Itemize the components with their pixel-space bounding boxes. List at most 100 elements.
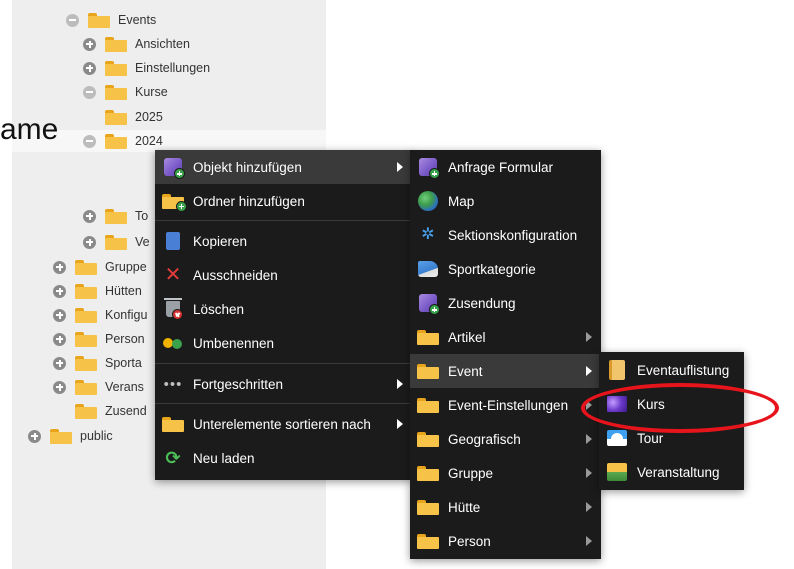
menu-item-label: Event [448,363,483,379]
menu-item-gruppe[interactable]: Gruppe [410,456,601,490]
menu-item-eventauflistung[interactable]: Eventauflistung [599,353,744,387]
menu-item-map[interactable]: Map [410,184,601,218]
tree-node-label: Kurse [135,85,168,99]
menu-item-geografisch[interactable]: Geografisch [410,422,601,456]
expand-icon[interactable] [83,209,96,223]
tree-node-to[interactable]: To [83,205,148,227]
tree-node-kurse[interactable]: Kurse [83,81,168,103]
veranstaltung-icon [606,461,628,483]
menu-divider [155,363,412,364]
globe-icon [417,190,439,212]
submenu-arrow-icon [586,400,592,410]
menu-divider [155,220,412,221]
menu-item-label: Veranstaltung [637,464,720,480]
menu-item-label: Gruppe [448,465,494,481]
menu-item-kopieren[interactable]: Kopieren [155,224,412,258]
folder-icon [75,259,97,275]
folder-icon [75,403,97,419]
menu-item-label: Ausschneiden [193,267,278,283]
folder-icon [105,133,127,149]
expand-icon[interactable] [83,235,96,249]
expand-icon[interactable] [83,61,96,75]
menu-item-loeschen[interactable]: Löschen [155,292,412,326]
expand-icon[interactable] [28,429,41,443]
rename-icon [162,332,184,354]
tree-node-ansichten[interactable]: Ansichten [83,33,190,55]
expand-icon[interactable] [53,260,66,274]
menu-item-veranstaltung[interactable]: Veranstaltung [599,455,744,489]
menu-item-zusendung[interactable]: Zusendung [410,286,601,320]
menu-item-anfrage-formular[interactable]: Anfrage Formular [410,150,601,184]
menu-item-label: Neu laden [193,450,255,466]
submenu-arrow-icon [397,379,403,389]
delete-icon [162,298,184,320]
tree-node-einstellungen[interactable]: Einstellungen [83,57,210,79]
menu-item-umbenennen[interactable]: Umbenennen [155,326,412,360]
expand-icon[interactable] [53,380,66,394]
tree-node-label: Gruppe [105,260,147,274]
expand-icon[interactable] [53,332,66,346]
menu-item-tour[interactable]: Tour [599,421,744,455]
tree-node-label: Ansichten [135,37,190,51]
collapse-icon[interactable] [66,13,79,27]
tree-node-verans[interactable]: Verans [53,376,144,398]
menu-item-objekt-hinzufuegen[interactable]: Objekt hinzufügen [155,150,412,184]
tree-node-public[interactable]: public [28,425,113,447]
folder-icon [417,326,439,348]
tree-node-label: Verans [105,380,144,394]
menu-item-unterelemente-sortieren-nach[interactable]: Unterelemente sortieren nach [155,407,412,441]
folder-icon [417,428,439,450]
folder-icon [417,496,439,518]
expand-icon[interactable] [83,37,96,51]
copy-icon [162,230,184,253]
tree-node-2024[interactable]: 2024 [12,130,326,152]
tree-node-huetten[interactable]: Hütten [53,280,142,302]
menu-item-sportkategorie[interactable]: Sportkategorie [410,252,601,286]
menu-item-ordner-hinzufuegen[interactable]: Ordner hinzufügen [155,184,412,218]
tree-node-konfigu[interactable]: Konfigu [53,304,147,326]
tree-node-2025[interactable]: 2025 [83,106,163,128]
menu-item-person[interactable]: Person [410,524,601,558]
menu-item-ausschneiden[interactable]: ✕ Ausschneiden [155,258,412,292]
folder-icon [75,283,97,299]
menu-item-label: Umbenennen [193,335,275,351]
menu-item-neu-laden[interactable]: ⟳ Neu laden [155,441,412,475]
menu-item-sektionskonfiguration[interactable]: ✲ Sektionskonfiguration [410,218,601,252]
menu-item-label: Kopieren [193,233,248,249]
menu-item-kurs[interactable]: Kurs [599,387,744,421]
folder-icon [50,428,72,444]
submenu-arrow-icon [397,419,403,429]
submenu-arrow-icon [586,434,592,444]
expand-icon[interactable] [53,308,66,322]
tree-node-sporta[interactable]: Sporta [53,352,142,374]
tree-node-label: To [135,209,149,223]
tree-node-zusend[interactable]: Zusend [53,400,147,422]
menu-item-event-einstellungen[interactable]: Event-Einstellungen [410,388,601,422]
tree-node-events[interactable]: Events [66,9,156,31]
submenu-arrow-icon [586,502,592,512]
event-submenu: Eventauflistung Kurs Tour Veranstaltung [599,352,744,490]
tree-node-ve[interactable]: Ve [83,231,150,253]
menu-item-event[interactable]: Event [410,354,601,388]
menu-item-label: Anfrage Formular [448,159,554,175]
collapse-icon[interactable] [83,134,96,148]
menu-item-artikel[interactable]: Artikel [410,320,601,354]
shoe-icon [417,258,439,280]
expand-icon[interactable] [53,356,66,370]
menu-item-huette[interactable]: Hütte [410,490,601,524]
collapse-icon[interactable] [83,85,96,99]
menu-item-label: Geografisch [448,431,521,447]
menu-item-label: Kurs [637,396,665,412]
folder-icon [75,331,97,347]
object-add-submenu: Anfrage Formular Map ✲ Sektionskonfiguratio… [410,150,601,559]
tree-node-person[interactable]: Person [53,328,145,350]
menu-item-label: Sektionskonfiguration [448,227,578,243]
cut-icon: ✕ [164,264,182,286]
menu-item-label: Ordner hinzufügen [193,193,305,209]
tree-node-gruppe[interactable]: Gruppe [53,256,147,278]
context-menu: Objekt hinzufügen Ordner hinzufügen Kopier… [155,150,412,480]
expand-icon[interactable] [53,284,66,298]
tree-node-label: 2025 [135,110,163,124]
submenu-arrow-icon [586,468,592,478]
menu-item-fortgeschritten[interactable]: ••• Fortgeschritten [155,367,412,401]
